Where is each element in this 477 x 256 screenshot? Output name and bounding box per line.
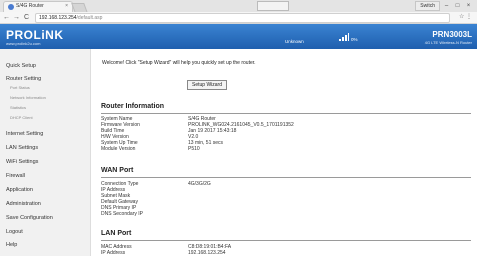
section-divider bbox=[101, 113, 471, 114]
browser-tab-bar: S/4G Router × Switch – □ × bbox=[0, 0, 477, 13]
url-input[interactable]: 192.168.123.254/default.asp bbox=[35, 13, 450, 23]
forward-icon[interactable]: → bbox=[13, 13, 20, 22]
browser-address-bar: ← → C 192.168.123.254/default.asp ☆ ⋮ bbox=[0, 12, 477, 24]
section-divider bbox=[101, 177, 471, 178]
maximize-icon[interactable]: □ bbox=[453, 2, 462, 10]
router-favicon-icon bbox=[8, 4, 14, 10]
back-icon[interactable]: ← bbox=[3, 13, 10, 22]
sidebar-item-administration[interactable]: Administration bbox=[6, 201, 41, 207]
logo-url: www.prolink2u.com bbox=[6, 41, 41, 46]
row-label: IP Address bbox=[101, 250, 126, 256]
sidebar-item-save-configuration[interactable]: Save Configuration bbox=[6, 215, 53, 221]
sidebar-item-logout[interactable]: Logout bbox=[6, 229, 23, 235]
wan-port-title: WAN Port bbox=[101, 167, 134, 174]
main-content: Welcome! Click "Setup Wizard" will help … bbox=[91, 49, 477, 256]
section-divider bbox=[101, 240, 471, 241]
sidebar: Quick Setup Router Setting Port Status N… bbox=[0, 49, 91, 256]
tab-title: S/4G Router bbox=[16, 3, 44, 9]
close-window-icon[interactable]: × bbox=[464, 2, 473, 10]
setup-wizard-button[interactable]: Setup Wizard bbox=[187, 80, 227, 90]
router-information-title: Router Information bbox=[101, 103, 164, 110]
sidebar-item-quick-setup[interactable]: Quick Setup bbox=[6, 63, 36, 69]
sidebar-subitem-dhcp-client[interactable]: DHCP Client bbox=[10, 115, 33, 120]
lan-port-title: LAN Port bbox=[101, 230, 132, 237]
sidebar-item-help[interactable]: Help bbox=[6, 242, 17, 248]
title-bar-box bbox=[257, 1, 289, 11]
model-description: 4G LTE Wireless-N Router bbox=[424, 40, 472, 45]
sidebar-subitem-statistics[interactable]: Statistics bbox=[10, 105, 26, 110]
row-label: Module Version bbox=[101, 146, 136, 152]
minimize-icon[interactable]: – bbox=[442, 2, 451, 10]
battery-level: 0% bbox=[351, 37, 358, 42]
sidebar-item-wifi-settings[interactable]: WiFi Settings bbox=[6, 159, 38, 165]
tab-close-icon[interactable]: × bbox=[65, 3, 68, 9]
sidebar-item-internet-setting[interactable]: Internet Setting bbox=[6, 131, 43, 137]
sidebar-item-lan-settings[interactable]: LAN Settings bbox=[6, 145, 38, 151]
row-value: 192.168.123.254 bbox=[188, 250, 226, 256]
sidebar-item-application[interactable]: Application bbox=[6, 187, 33, 193]
url-path: /default.asp bbox=[76, 15, 103, 21]
profile-switch-button[interactable]: Switch bbox=[415, 1, 440, 11]
row-value: P510 bbox=[188, 146, 200, 152]
sidebar-subitem-port-status[interactable]: Port Status bbox=[10, 85, 30, 90]
bookmark-menu-icons[interactable]: ☆ ⋮ bbox=[459, 13, 472, 22]
sim-status: Unknown bbox=[285, 39, 304, 44]
reload-icon[interactable]: C bbox=[24, 13, 29, 22]
welcome-message: Welcome! Click "Setup Wizard" will help … bbox=[102, 60, 256, 66]
signal-strength-icon bbox=[339, 33, 349, 41]
router-header: PROLiNK www.prolink2u.com Unknown 0% PRN… bbox=[0, 24, 477, 49]
row-value: 4G/3G/2G bbox=[188, 181, 211, 187]
url-host: 192.168.123.254 bbox=[39, 15, 77, 21]
sidebar-subitem-network-information[interactable]: Network Information bbox=[10, 95, 46, 100]
model-name: PRN3003L bbox=[432, 30, 472, 39]
prolink-logo: PROLiNK bbox=[6, 28, 64, 42]
row-label: DNS Secondary IP bbox=[101, 211, 143, 217]
sidebar-item-router-setting[interactable]: Router Setting bbox=[6, 76, 41, 82]
sidebar-item-firewall[interactable]: Firewall bbox=[6, 173, 25, 179]
